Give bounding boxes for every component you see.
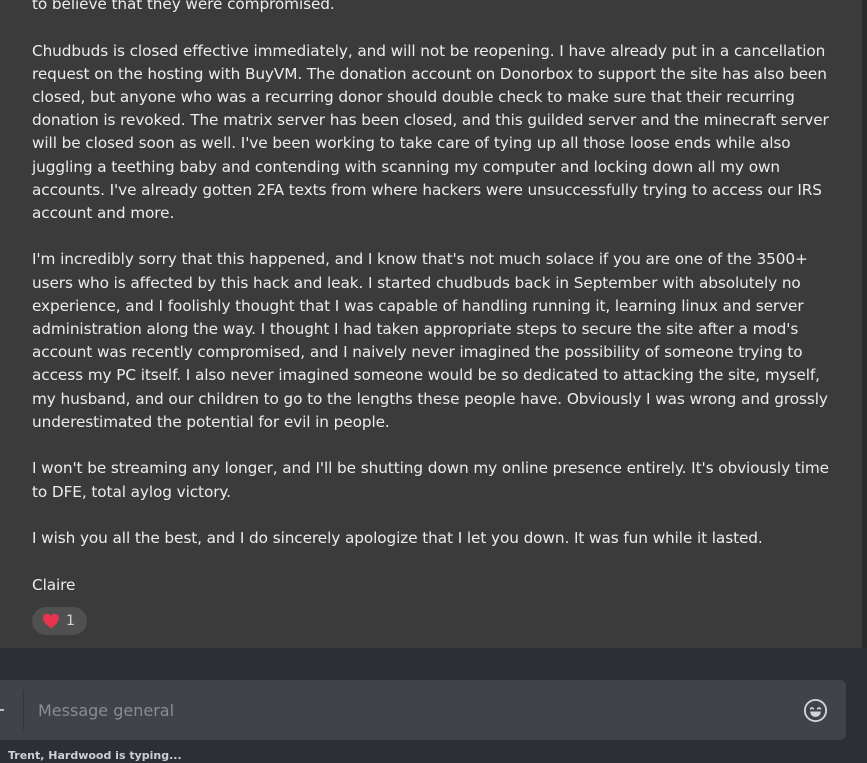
heart-reaction-button[interactable]: 1 (32, 607, 87, 635)
add-attachment-icon[interactable] (0, 709, 4, 711)
typing-indicator: Trent, Hardwood is typing... (8, 749, 182, 762)
message-list: to believe that they were compromised. C… (0, 0, 862, 648)
message-paragraph-4: I won't be streaming any longer, and I'l… (32, 459, 834, 501)
message-content: to believe that they were compromised. C… (32, 0, 837, 597)
message-paragraph-5: I wish you all the best, and I do sincer… (32, 529, 763, 548)
smiley-face-icon[interactable] (803, 698, 828, 723)
heart-icon (43, 613, 59, 629)
message-signature: Claire (32, 575, 76, 594)
reaction-count: 1 (66, 613, 75, 629)
message-scrollbar[interactable] (862, 0, 867, 648)
message-paragraph-1: to believe that they were compromised. (32, 0, 335, 13)
message-paragraph-2: Chudbuds is closed effective immediately… (32, 41, 834, 222)
message-input[interactable] (38, 692, 778, 728)
composer-divider (23, 690, 24, 730)
message-paragraph-3: I'm incredibly sorry that this happened,… (32, 250, 833, 431)
message-composer (0, 680, 846, 740)
